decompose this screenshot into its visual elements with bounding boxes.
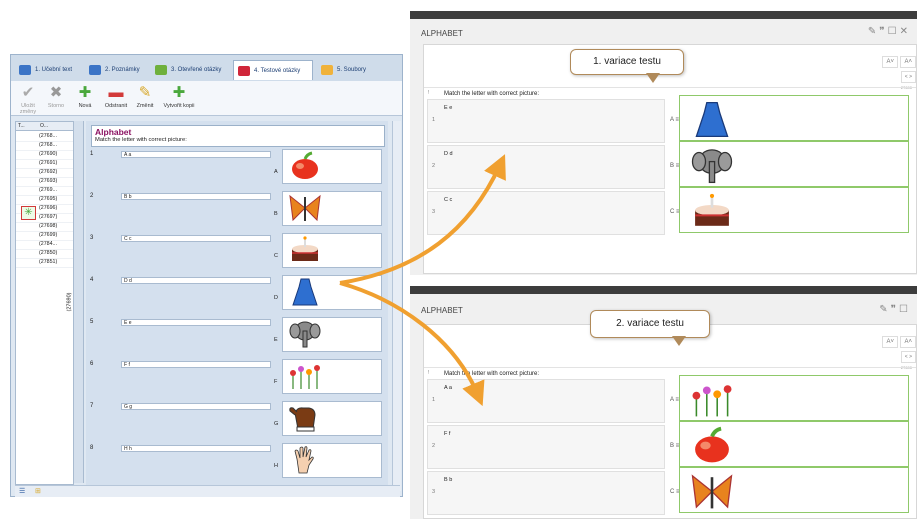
arrow-to-variant-2 — [339, 281, 485, 407]
arrow-to-variant-1 — [339, 154, 506, 285]
variant-arrows — [339, 154, 506, 407]
